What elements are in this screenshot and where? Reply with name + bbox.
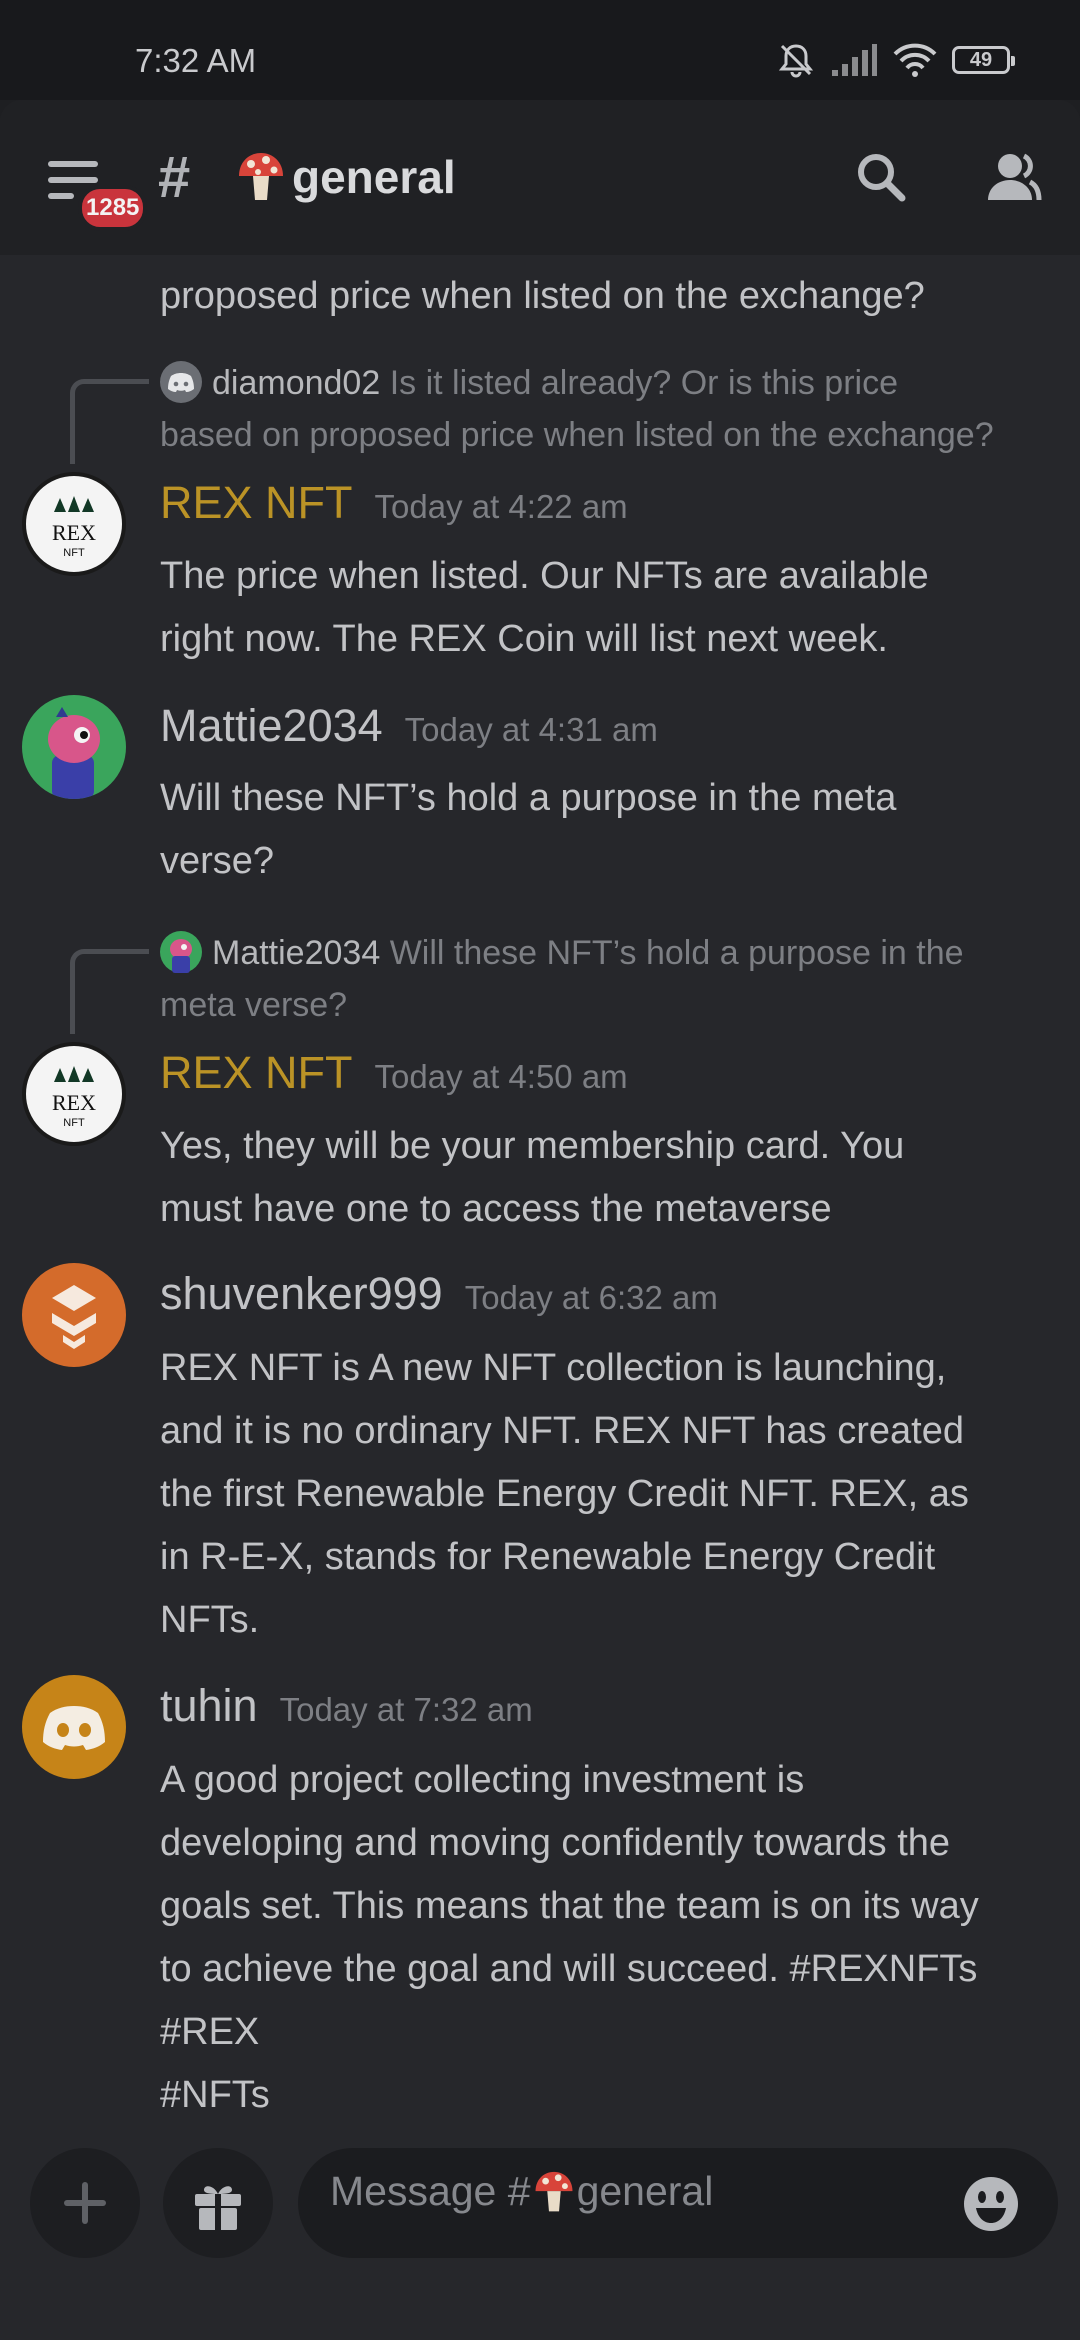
channel-name: general	[292, 151, 456, 203]
message-header: REX NFT Today at 4:22 am	[160, 477, 628, 529]
search-icon[interactable]	[850, 146, 914, 210]
attach-button[interactable]	[30, 2148, 140, 2258]
message-timestamp: Today at 6:32 am	[464, 1279, 718, 1316]
reply-connector	[70, 379, 149, 464]
rex-avatar-text: REX	[52, 520, 96, 545]
members-icon[interactable]	[980, 146, 1044, 210]
message-line: Will these NFT’s hold a purpose in the m…	[160, 777, 897, 819]
message-line: A good project collecting investment is	[160, 1759, 805, 1801]
signal-icon	[832, 44, 877, 76]
discord-default-avatar-icon	[160, 361, 202, 403]
message-line: developing and moving confidently toward…	[160, 1822, 951, 1864]
message-line: the first Renewable Energy Credit NFT. R…	[160, 1473, 969, 1515]
message-timestamp: Today at 4:22 am	[374, 488, 628, 525]
author-name[interactable]: tuhin	[160, 1680, 258, 1732]
message-line: right now. The REX Coin will list next w…	[160, 618, 888, 660]
mushroom-emoji-icon	[535, 2171, 573, 2211]
message-header: shuvenker999 Today at 6:32 am	[160, 1268, 718, 1320]
mention-count-badge: 1285	[78, 185, 148, 231]
rex-avatar-subtext: NFT	[63, 547, 85, 559]
author-name[interactable]: REX NFT	[160, 1047, 353, 1099]
message-line: in R-E-X, stands for Renewable Energy Cr…	[160, 1536, 936, 1578]
menu-bar	[48, 177, 98, 183]
reply-preview-cont: based on proposed price when listed on t…	[160, 416, 994, 454]
message-text: proposed price when listed on the exchan…	[160, 275, 925, 317]
mattie-avatar[interactable]	[22, 695, 126, 799]
message-timestamp: Today at 4:50 am	[374, 1058, 628, 1095]
message-line: REX NFT is A new NFT collection is launc…	[160, 1347, 947, 1389]
message-text: A good project collecting investment is …	[160, 1749, 1060, 2127]
message-line: The price when listed. Our NFTs are avai…	[160, 555, 929, 597]
plus-icon	[64, 2182, 106, 2224]
message-text: REX NFT is A new NFT collection is launc…	[160, 1337, 1060, 1652]
discord-app: 1285 # general proposed price when liste…	[0, 100, 1080, 2340]
reply-author: Mattie2034	[212, 934, 381, 972]
message-text: The price when listed. Our NFTs are avai…	[160, 545, 1060, 671]
status-bar: 7:32 AM 49	[0, 0, 1080, 100]
status-icons: 49	[776, 40, 1015, 80]
message-timestamp: Today at 7:32 am	[279, 1691, 533, 1728]
reply-reference[interactable]: Mattie2034 Will these NFT’s hold a purpo…	[160, 927, 1060, 1031]
reply-preview-cont: meta verse?	[160, 986, 348, 1024]
message-timestamp: Today at 4:31 am	[404, 711, 658, 748]
message-line: #REX	[160, 2011, 260, 2053]
rex-avatar-subtext: NFT	[63, 1117, 85, 1129]
hash-icon: #	[158, 145, 191, 210]
channel-header: 1285 # general	[0, 100, 1080, 255]
battery-level: 49	[969, 48, 993, 71]
battery-icon: 49	[952, 46, 1015, 74]
message-header: tuhin Today at 7:32 am	[160, 1680, 533, 1732]
author-name[interactable]: Mattie2034	[160, 700, 383, 752]
message-header: REX NFT Today at 4:50 am	[160, 1047, 628, 1099]
message-placeholder: Message # general	[330, 2168, 713, 2215]
author-name[interactable]: shuvenker999	[160, 1268, 443, 1320]
reply-preview: Is it listed already? Or is this price	[389, 364, 898, 402]
author-name[interactable]: REX NFT	[160, 477, 353, 529]
message-line: to achieve the goal and will succeed. #R…	[160, 1948, 978, 1990]
placeholder-prefix: Message #	[330, 2168, 531, 2214]
gift-icon	[195, 2186, 241, 2230]
rex-avatar-text: REX	[52, 1090, 96, 1115]
reply-preview: Will these NFT’s hold a purpose in the	[389, 934, 964, 972]
message-line: #NFTs	[160, 2074, 270, 2116]
message-line: and it is no ordinary NFT. REX NFT has c…	[160, 1410, 964, 1452]
gift-button[interactable]	[163, 2148, 273, 2258]
status-time: 7:32 AM	[135, 42, 257, 79]
menu-button[interactable]: 1285	[48, 155, 148, 231]
reply-author: diamond02	[212, 364, 381, 402]
message-header: Mattie2034 Today at 4:31 am	[160, 700, 658, 752]
menu-bar	[48, 161, 98, 167]
message-line: verse?	[160, 840, 275, 882]
message-line: Yes, they will be your membership card. …	[160, 1125, 905, 1167]
mattie-small-avatar	[160, 931, 202, 973]
mushroom-emoji-icon	[239, 153, 283, 200]
wifi-icon	[893, 43, 937, 77]
message-text: Will these NFT’s hold a purpose in the m…	[160, 767, 1060, 893]
channel-title[interactable]: general	[236, 150, 456, 204]
message-line: must have one to access the metaverse	[160, 1188, 832, 1230]
rex-nft-avatar[interactable]: REX NFT	[22, 472, 126, 576]
message-line: goals set. This means that the team is o…	[160, 1885, 979, 1927]
placeholder-channel: general	[576, 2168, 714, 2214]
bell-muted-icon	[778, 44, 814, 78]
rex-nft-avatar[interactable]: REX NFT	[22, 1042, 126, 1146]
tuhin-avatar[interactable]	[22, 1675, 126, 1779]
shuvenker-avatar[interactable]	[22, 1263, 126, 1367]
emoji-icon[interactable]	[962, 2175, 1020, 2233]
message-line: NFTs.	[160, 1599, 260, 1641]
reply-reference[interactable]: diamond02 Is it listed already? Or is th…	[160, 357, 1060, 461]
menu-bar	[48, 193, 74, 199]
message-list[interactable]: proposed price when listed on the exchan…	[0, 255, 1080, 2235]
message-text: Yes, they will be your membership card. …	[160, 1115, 1060, 1241]
reply-connector	[70, 949, 149, 1034]
